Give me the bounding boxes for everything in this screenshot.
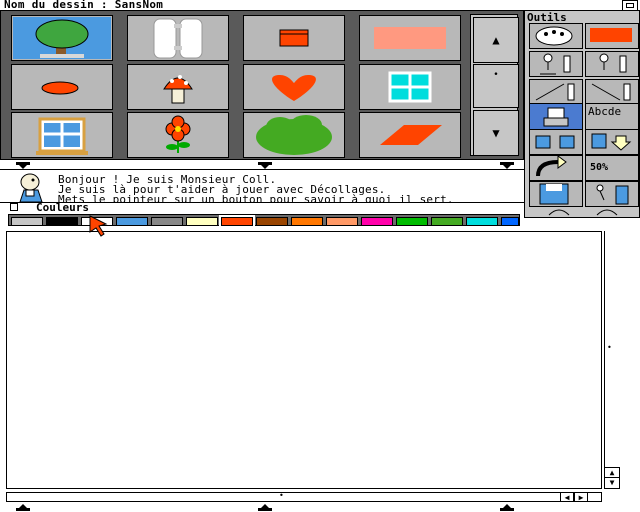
line-icon [535,83,575,101]
tools-panel: Outils Abcde 50% [524,10,640,218]
arrange-tool-button[interactable] [529,129,583,155]
stamp-icon [543,107,569,127]
resize-figure-icon [599,53,627,73]
color-swatch[interactable] [256,217,288,226]
box-icon [279,29,309,47]
divider-handle-icon[interactable] [500,503,514,511]
scroll-left-arrow-icon[interactable]: ◀ [560,492,574,502]
mouse-pointer-icon [89,215,108,237]
curved-arrow-icon [536,155,567,177]
divider-handle-icon[interactable] [258,503,272,511]
rotate-icon [591,83,631,101]
color-swatch[interactable] [326,217,358,226]
gallery-item-mushroom[interactable] [127,64,229,110]
flower-icon [165,115,191,153]
scroll-right-arrow-icon[interactable]: ▶ [574,492,588,502]
gallery-item-parallelogram[interactable] [359,112,461,158]
rectangle-icon [374,27,446,49]
gallery-divider [0,160,524,170]
exit-door-icon [596,184,629,205]
tree-icon [13,17,111,59]
gallery-item-window[interactable] [359,64,461,110]
color-swatch[interactable] [466,217,498,226]
gallery-item-heart[interactable] [243,64,345,110]
monsieur-coll-icon [19,173,43,202]
undo-icon[interactable] [547,207,571,217]
scroll-down-arrow-icon[interactable]: ▼ [604,477,620,489]
parallelogram-icon [380,125,442,145]
color-swatch[interactable] [361,217,393,226]
line-tool-button[interactable] [529,79,583,105]
color-palette [8,214,520,228]
divider-handle-icon[interactable] [16,162,30,170]
gallery-scroll-thumb[interactable]: • [473,64,519,108]
color-swatch[interactable] [11,217,43,226]
colors-close-icon[interactable] [10,203,18,211]
gallery-item-ellipse[interactable] [11,64,113,110]
palette-tool-button[interactable] [529,23,583,49]
undo-redo-bar [529,207,637,217]
text-tool-sample: Abcde [588,105,622,118]
duplicate-tool-button[interactable] [585,129,639,155]
color-swatch[interactable] [46,217,78,226]
gallery-scroll-down-button[interactable]: ▼ [473,110,519,156]
current-color-preview [590,28,632,42]
color-swatch[interactable] [291,217,323,226]
help-panel: Bonjour ! Je suis Monsieur Coll. Je suis… [0,171,524,206]
select-tool-button[interactable] [529,51,583,77]
heart-icon [272,75,316,101]
gallery-item-flower[interactable] [127,112,229,158]
color-swatch[interactable] [431,217,463,226]
gallery-scroll-up-button[interactable]: ▲ [473,17,519,63]
shape-gallery [0,10,524,160]
bush-icon [256,115,332,155]
colors-title: Couleurs [36,201,89,214]
gallery-item-box[interactable] [243,15,345,61]
color-swatch[interactable] [151,217,183,226]
quit-button[interactable] [585,181,639,207]
color-swatch[interactable] [186,217,218,226]
text-tool-button[interactable]: Abcde [585,103,639,131]
redo-icon[interactable] [595,207,619,217]
flip-tool-button[interactable] [529,155,583,181]
painter-palette-icon [535,26,573,46]
bottom-divider [0,502,640,512]
gallery-item-framed-window[interactable] [11,112,113,158]
drawing-canvas[interactable] [6,231,602,489]
gallery-item-tree[interactable] [11,15,113,61]
colors-title-bar: Couleurs [4,201,524,214]
selector-figure-icon [540,53,571,75]
divider-handle-icon[interactable] [258,162,272,170]
zoom-label: 50% [590,162,609,173]
arrange-icon [535,135,575,149]
resize-tool-button[interactable] [585,51,639,77]
gallery-item-door[interactable] [127,15,229,61]
current-color-button[interactable] [585,23,639,49]
window-title-bar: Nom du dessin : SansNom [0,0,640,11]
zoom-tool-button[interactable]: 50% [585,155,639,181]
down-arrow-icon [591,133,632,151]
color-swatch[interactable] [116,217,148,226]
gallery-item-rectangle[interactable] [359,15,461,61]
stamp-tool-button[interactable] [529,103,583,131]
mushroom-icon [163,75,193,104]
canvas-horizontal-scrollbar[interactable]: • [6,491,602,502]
framed-window-icon [36,117,88,155]
rotate-tool-button[interactable] [585,79,639,105]
door-icon [153,18,203,59]
color-swatch-selected[interactable] [219,215,255,228]
gallery-scrollbar[interactable]: ▲ • ▼ [470,14,519,156]
window-icon [388,71,432,103]
ellipse-icon [41,81,79,95]
divider-handle-icon[interactable] [500,162,514,170]
gallery-item-bush[interactable] [243,112,345,158]
vscroll-thumb[interactable]: • [607,343,612,352]
canvas-vertical-scrollbar[interactable]: • ▲ ▼ [604,231,620,489]
save-button[interactable] [529,181,583,207]
floppy-disk-icon [539,183,569,205]
divider-handle-icon[interactable] [16,503,30,511]
color-swatch[interactable] [396,217,428,226]
color-swatch[interactable] [501,217,519,226]
hscroll-thumb[interactable]: • [279,491,284,500]
